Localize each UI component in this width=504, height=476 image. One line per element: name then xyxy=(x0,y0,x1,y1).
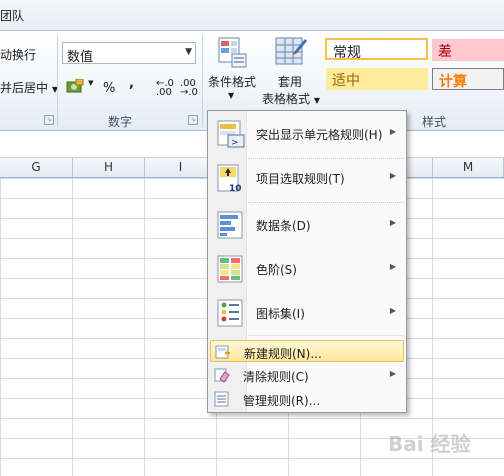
number-launcher-icon[interactable]: ↘ xyxy=(188,115,198,125)
menu-item-top-bottom-rules-label: 项目选取规则(T) xyxy=(256,172,345,186)
menu-separator xyxy=(248,202,404,204)
column-header-g[interactable]: G xyxy=(0,158,73,177)
group-separator xyxy=(202,35,203,127)
menu-item-top-bottom-rules[interactable]: 10 项目选取规则(T) ▶ xyxy=(210,159,404,197)
menu-item-data-bars[interactable]: 数据条(D) ▶ xyxy=(210,206,404,244)
conditional-formatting-label: 条件格式 xyxy=(208,75,257,89)
column-header-h[interactable]: H xyxy=(73,158,145,177)
submenu-arrow-icon: ▶ xyxy=(389,127,396,136)
comma-style-button[interactable]: , xyxy=(129,76,134,91)
format-as-table-button[interactable]: 套用 表格格式 ▼ xyxy=(260,35,322,107)
styles-group-label: 样式 xyxy=(422,115,447,129)
new-rule-icon xyxy=(215,345,230,359)
menu-item-clear-rules-label: 清除规则(C) xyxy=(243,370,309,384)
chevron-down-icon: ▼ xyxy=(185,47,192,57)
decrease-decimal-icon: .00 →.0 xyxy=(180,78,198,98)
manage-rules-icon xyxy=(214,391,229,407)
submenu-arrow-icon: ▶ xyxy=(389,306,396,315)
currency-icon xyxy=(66,78,84,93)
clear-rules-icon xyxy=(214,368,230,383)
svg-text:>: > xyxy=(231,138,239,148)
menu-item-icon-sets-label: 图标集(I) xyxy=(256,307,305,321)
submenu-arrow-icon: ▶ xyxy=(389,218,396,227)
number-format-value: 数值 xyxy=(67,50,94,65)
conditional-formatting-menu: > 突出显示单元格规则(H) ▶ 10 项目选取规则(T) ▶ 数据条(D) ▶ xyxy=(207,110,407,413)
submenu-arrow-icon: ▶ xyxy=(389,171,396,180)
chevron-down-icon: ▼ xyxy=(313,96,320,105)
tab-team[interactable]: 团队 xyxy=(0,7,24,24)
merge-center-label: 并后居中 xyxy=(0,81,49,95)
icon-sets-icon xyxy=(217,299,243,327)
increase-decimal-button[interactable]: ←.0.00 xyxy=(156,78,174,98)
chevron-down-icon: ▼ xyxy=(88,79,94,87)
menu-item-data-bars-label: 数据条(D) xyxy=(256,219,311,233)
style-calculation[interactable]: 计算 xyxy=(432,68,504,90)
number-group-label: 数字 xyxy=(108,115,133,129)
ribbon-tab-strip: 团队 xyxy=(0,0,504,31)
submenu-arrow-icon: ▶ xyxy=(389,369,396,378)
style-neutral[interactable]: 适中 xyxy=(326,68,428,90)
menu-item-manage-rules[interactable]: 管理规则(R)... xyxy=(210,388,404,410)
menu-separator xyxy=(248,335,404,336)
format-as-table-label-1: 套用 xyxy=(278,75,303,89)
menu-item-new-rule[interactable]: 新建规则(N)... xyxy=(210,340,404,362)
menu-item-highlight-rules-label: 突出显示单元格规则(H) xyxy=(256,128,383,142)
wrap-text-button[interactable]: 动换行 xyxy=(0,46,36,63)
increase-decimal-icon: ←.0.00 xyxy=(156,78,174,98)
conditional-formatting-icon xyxy=(218,37,247,68)
highlight-rules-icon: > xyxy=(217,120,245,148)
format-as-table-label-2: 表格格式 ▼ xyxy=(262,90,320,107)
conditional-formatting-button[interactable]: 条件格式 ▼ xyxy=(206,35,258,107)
style-normal[interactable]: 常规 xyxy=(325,38,428,61)
alignment-launcher-icon[interactable]: ↘ xyxy=(44,115,54,125)
chevron-down-icon: ▼ xyxy=(228,91,235,100)
menu-item-color-scales-label: 色阶(S) xyxy=(256,263,297,277)
top-bottom-rules-icon: 10 xyxy=(217,164,242,193)
menu-item-highlight-rules[interactable]: > 突出显示单元格规则(H) ▶ xyxy=(210,115,404,153)
decrease-decimal-button[interactable]: .00 →.0 xyxy=(180,78,198,98)
data-bars-icon xyxy=(217,211,243,239)
svg-text:10: 10 xyxy=(229,184,242,193)
column-header-m[interactable]: M xyxy=(433,158,504,177)
group-separator xyxy=(57,35,58,127)
menu-item-manage-rules-label: 管理规则(R)... xyxy=(243,394,321,408)
merge-center-button[interactable]: 并后居中 ▼ xyxy=(0,79,58,96)
format-as-table-label-2-text: 表格格式 xyxy=(262,92,311,106)
color-scales-icon xyxy=(217,255,243,283)
submenu-arrow-icon: ▶ xyxy=(389,262,396,271)
percent-style-button[interactable]: % xyxy=(103,81,115,96)
number-format-select[interactable]: 数值 ▼ xyxy=(62,42,196,65)
menu-item-new-rule-label: 新建规则(N)... xyxy=(244,347,322,361)
style-bad[interactable]: 差 xyxy=(432,39,504,61)
menu-item-color-scales[interactable]: 色阶(S) ▶ xyxy=(210,250,404,288)
watermark: Bai 经验 xyxy=(388,432,471,456)
menu-item-clear-rules[interactable]: 清除规则(C) ▶ xyxy=(210,364,404,386)
format-as-table-icon xyxy=(275,37,307,65)
accounting-format-button[interactable]: ▼ xyxy=(66,78,94,99)
menu-item-icon-sets[interactable]: 图标集(I) ▶ xyxy=(210,294,404,332)
